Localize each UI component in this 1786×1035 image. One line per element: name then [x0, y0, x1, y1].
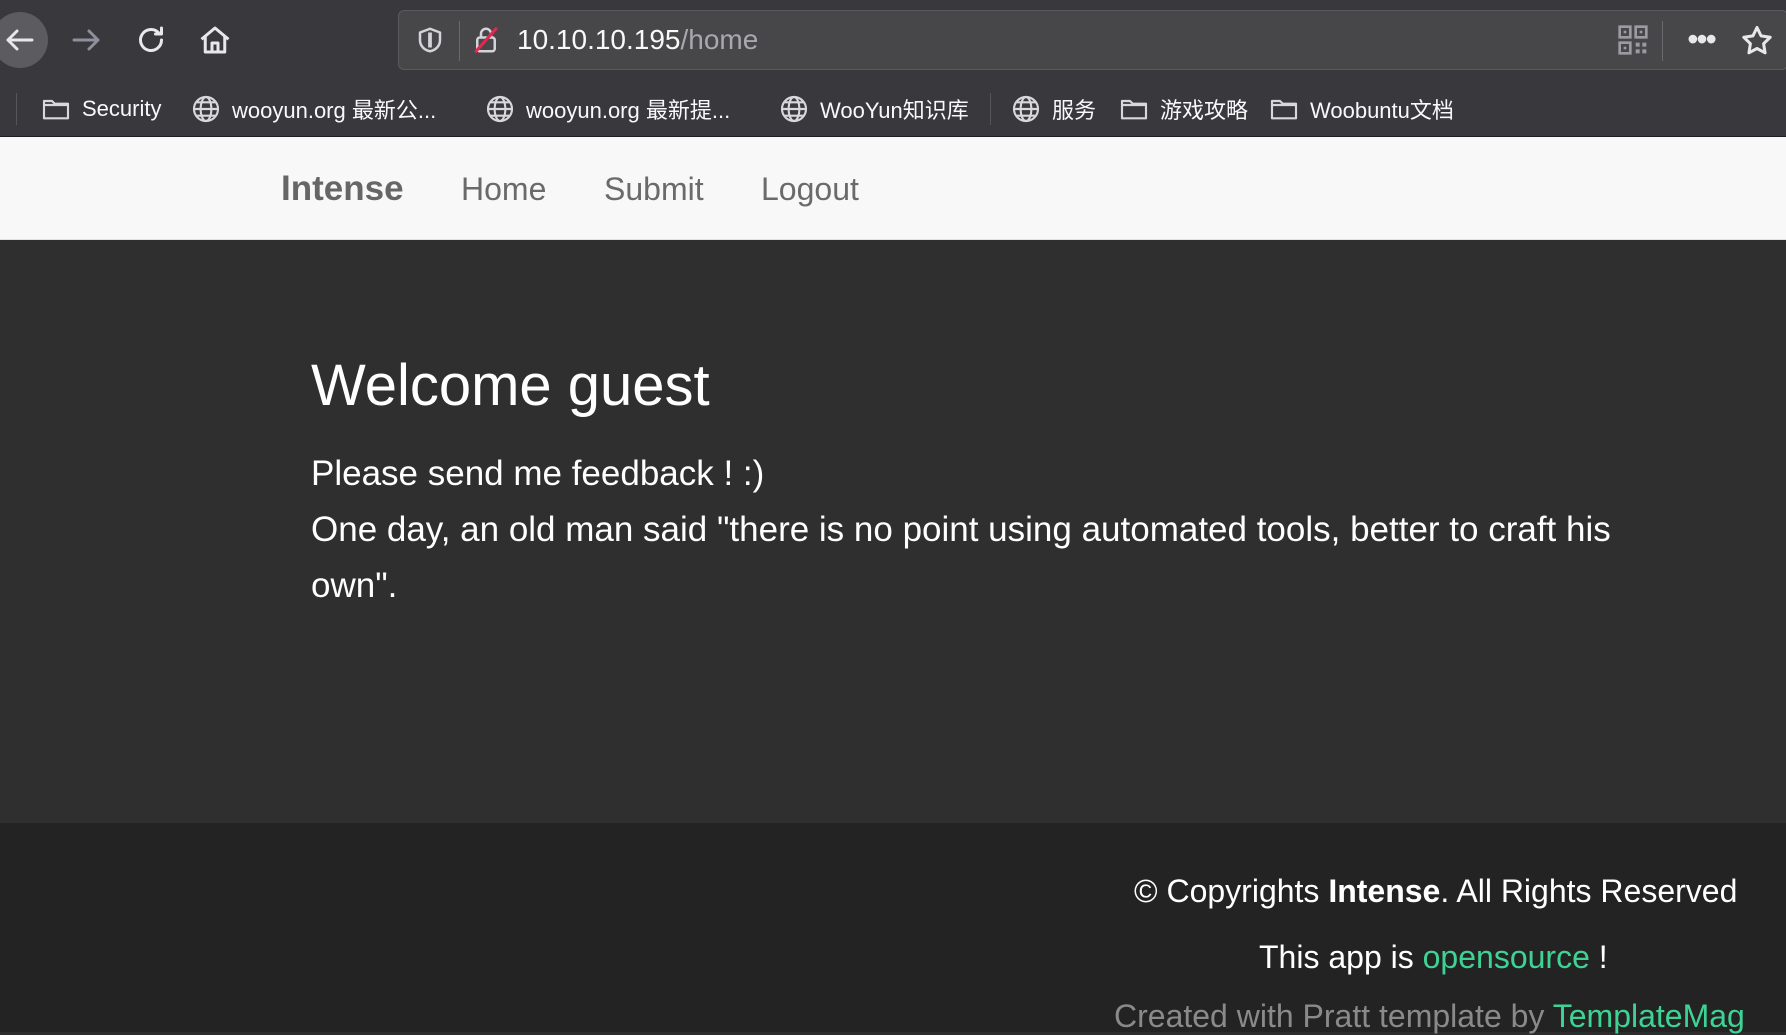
- insecure-lock-icon[interactable]: [471, 25, 501, 55]
- nav-home-link[interactable]: Home: [461, 171, 546, 208]
- folder-icon: [1270, 99, 1298, 120]
- back-button[interactable]: [0, 12, 48, 68]
- nav-submit-link[interactable]: Submit: [604, 171, 704, 208]
- bookmarks-toolbar: Security wooyun.org 最新公... wooyun.org 最新…: [0, 81, 1786, 137]
- copyright-suffix: . All Rights Reserved: [1440, 873, 1738, 909]
- shield-icon[interactable]: [415, 25, 445, 55]
- credit-prefix: Created with Pratt template by: [1114, 998, 1553, 1034]
- globe-icon: [1012, 95, 1040, 123]
- url-separator: [459, 21, 460, 61]
- bookmark-wooyun-gonggao[interactable]: wooyun.org 最新公...: [190, 91, 436, 127]
- bookmark-label: Security: [82, 96, 162, 121]
- qr-code-icon[interactable]: [1617, 24, 1649, 56]
- main-content: Welcome guest Please send me feedback ! …: [0, 240, 1786, 823]
- home-button[interactable]: [187, 12, 243, 68]
- copyright-prefix: © Copyrights: [1134, 873, 1329, 909]
- template-credit-text: Created with Pratt template by TemplateM…: [1114, 998, 1745, 1035]
- bookmark-star-icon[interactable]: [1739, 23, 1775, 59]
- welcome-heading: Welcome guest: [311, 353, 710, 418]
- quote-line: One day, an old man said "there is no po…: [311, 510, 1611, 605]
- opensource-suffix: !: [1589, 939, 1608, 975]
- globe-icon: [780, 95, 808, 123]
- bookmark-wooyun-tijiao[interactable]: wooyun.org 最新提...: [484, 91, 730, 127]
- site-footer: © Copyrights Intense. All Rights Reserve…: [0, 823, 1786, 1035]
- bookmark-woobuntu-docs[interactable]: Woobuntu文档: [1268, 91, 1454, 127]
- bookmark-services[interactable]: 服务: [1010, 91, 1096, 127]
- bookmark-wooyun-knowledge[interactable]: WooYun知识库: [778, 91, 969, 127]
- forward-button[interactable]: [58, 12, 114, 68]
- copyright-brand: Intense: [1328, 873, 1441, 909]
- globe-icon: [486, 95, 514, 123]
- bookmark-separator: [16, 93, 17, 125]
- url-bar[interactable]: 10.10.10.195/home •••: [398, 10, 1786, 70]
- page-actions-menu-icon[interactable]: •••: [1679, 19, 1723, 63]
- url-text[interactable]: 10.10.10.195/home: [517, 24, 758, 56]
- arrow-right-icon: [72, 29, 100, 51]
- site-brand-link[interactable]: Intense: [281, 169, 404, 209]
- browser-toolbar: 10.10.10.195/home •••: [0, 0, 1786, 81]
- reload-icon: [139, 26, 163, 52]
- bookmark-label: WooYun知识库: [820, 98, 969, 123]
- opensource-link[interactable]: opensource: [1423, 939, 1590, 975]
- url-separator: [1662, 21, 1663, 61]
- folder-icon: [1120, 99, 1148, 120]
- url-path: /home: [680, 24, 759, 55]
- feedback-line: Please send me feedback ! :): [311, 454, 765, 493]
- bookmark-security[interactable]: Security: [40, 91, 161, 127]
- templatemag-link[interactable]: TemplateMag: [1553, 998, 1745, 1034]
- folder-icon: [42, 99, 70, 120]
- url-host: 10.10.10.195: [517, 24, 681, 55]
- intro-text: Please send me feedback ! :) One day, an…: [311, 446, 1611, 614]
- opensource-text: This app is opensource !: [1259, 939, 1608, 976]
- bookmark-label: Woobuntu文档: [1310, 98, 1454, 123]
- bookmark-label: wooyun.org 最新提...: [526, 98, 731, 123]
- arrow-left-icon: [6, 29, 34, 51]
- globe-icon: [192, 95, 220, 123]
- site-navbar: Intense Home Submit Logout: [0, 137, 1786, 240]
- bookmark-label: wooyun.org 最新公...: [232, 98, 437, 123]
- bookmark-label: 服务: [1052, 98, 1097, 123]
- opensource-prefix: This app is: [1259, 939, 1423, 975]
- bookmark-label: 游戏攻略: [1160, 98, 1249, 123]
- home-icon: [200, 26, 230, 54]
- bookmark-separator: [990, 93, 991, 125]
- copyright-text: © Copyrights Intense. All Rights Reserve…: [1134, 873, 1737, 910]
- nav-logout-link[interactable]: Logout: [761, 171, 859, 208]
- bookmark-game-guides[interactable]: 游戏攻略: [1118, 91, 1248, 127]
- reload-button[interactable]: [123, 12, 179, 68]
